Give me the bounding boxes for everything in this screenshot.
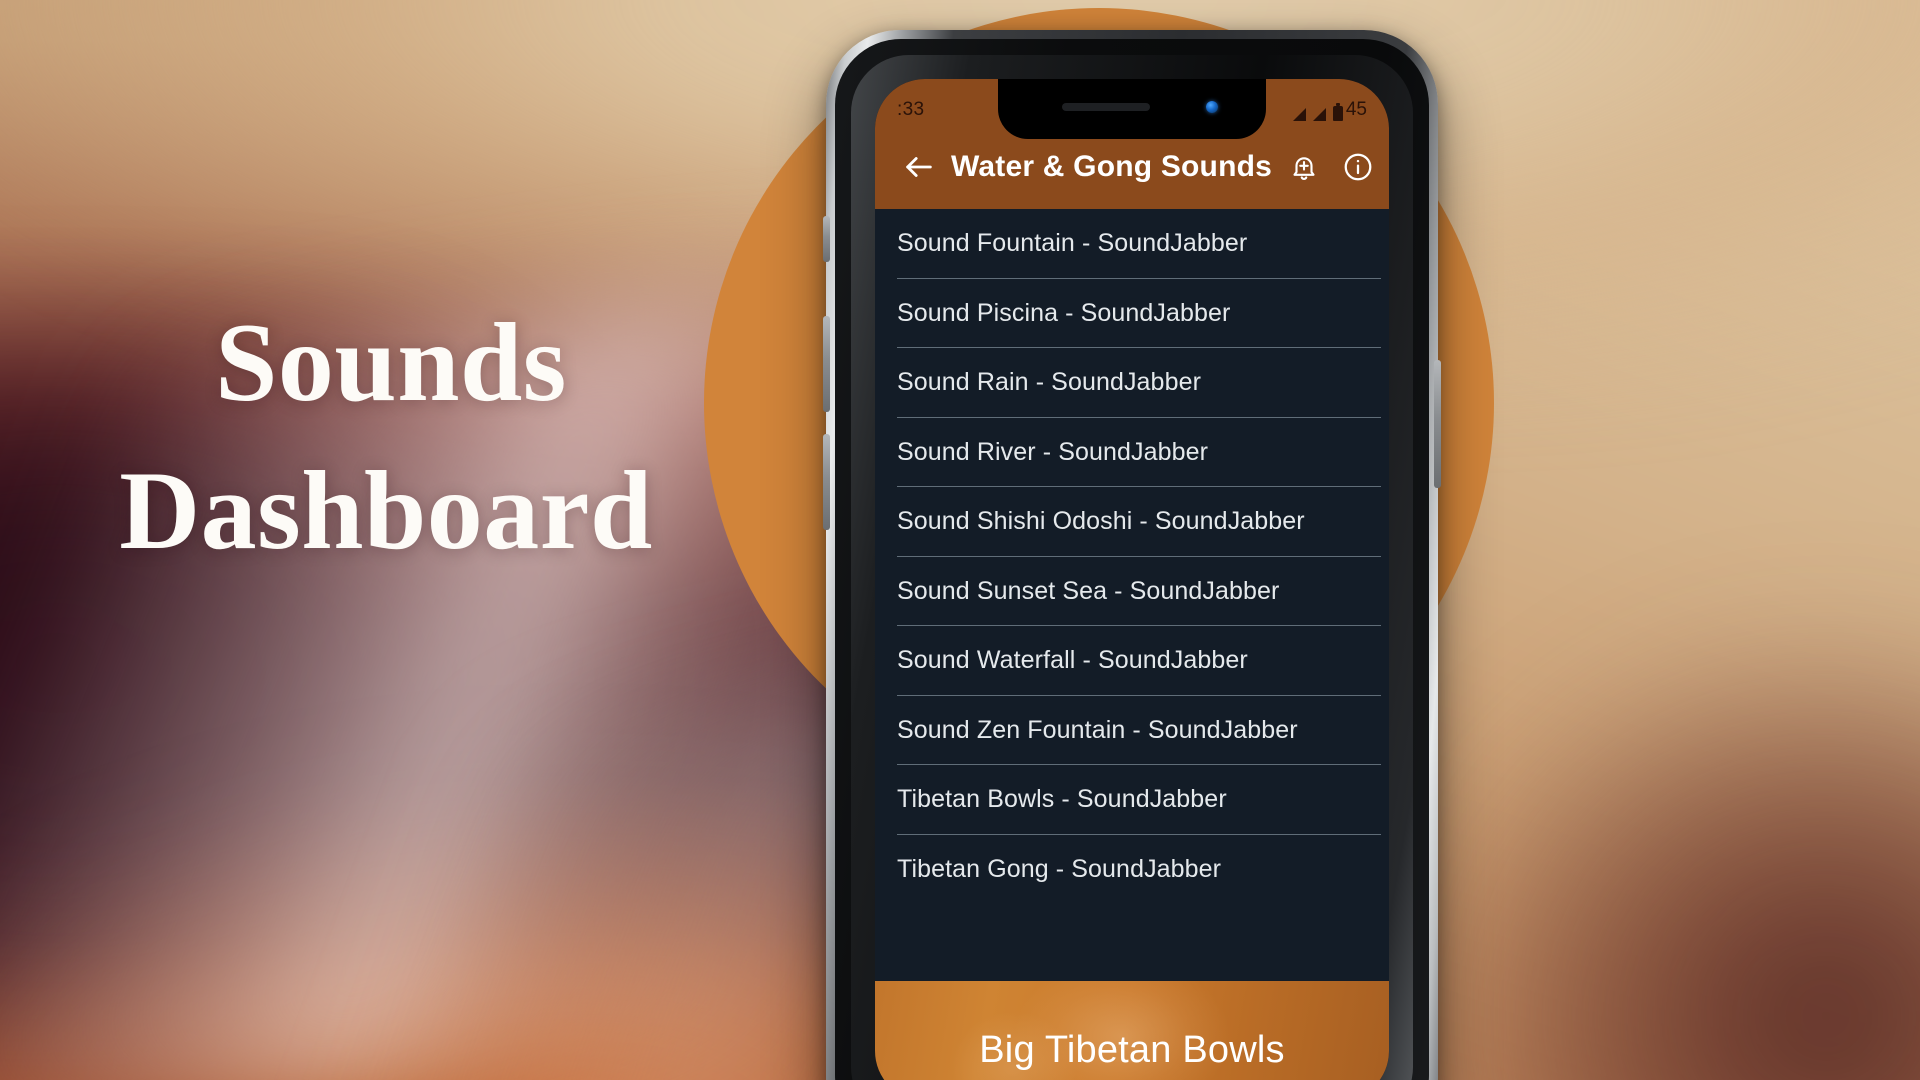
- promo-graphic-canvas: Sounds Dashboard :33 45 Water & Gong Sou…: [0, 0, 1920, 1080]
- phone-inner-ring: :33 45 Water & Gong Sounds Sound Fountai…: [851, 55, 1413, 1080]
- promo-banner[interactable]: Big Tibetan Bowls: [875, 981, 1389, 1080]
- sound-list-item-label: Sound Rain - SoundJabber: [897, 368, 1201, 397]
- back-button[interactable]: [897, 145, 941, 189]
- info-button[interactable]: [1336, 145, 1380, 189]
- battery-level-label: 45: [1345, 99, 1367, 120]
- background-dark-right: [1430, 560, 1920, 1080]
- sound-list-item[interactable]: Sound Piscina - SoundJabber: [875, 279, 1389, 349]
- sound-list-item-label: Sound Piscina - SoundJabber: [897, 298, 1231, 327]
- phone-screen: :33 45 Water & Gong Sounds Sound Fountai…: [875, 79, 1389, 1080]
- info-circle-icon: [1342, 151, 1374, 183]
- hero-headline-line-1: Sounds: [215, 301, 567, 425]
- sound-list[interactable]: Sound Fountain - SoundJabber Sound Piscin…: [875, 209, 1389, 981]
- battery-icon: [1332, 103, 1343, 121]
- sound-list-item[interactable]: Sound Zen Fountain - SoundJabber: [875, 696, 1389, 766]
- phone-bezel: :33 45 Water & Gong Sounds Sound Fountai…: [835, 39, 1429, 1080]
- front-camera-icon: [1206, 101, 1218, 113]
- phone-volume-down-button[interactable]: [823, 434, 830, 530]
- app-bar-title: Water & Gong Sounds: [951, 150, 1273, 183]
- phone-notch: [998, 79, 1266, 139]
- sound-list-item-label: Sound Shishi Odoshi - SoundJabber: [897, 507, 1305, 536]
- hero-headline: Sounds Dashboard: [66, 290, 706, 586]
- sound-list-item-label: Tibetan Gong - SoundJabber: [897, 854, 1222, 883]
- phone-power-button[interactable]: [1434, 360, 1441, 488]
- signal-bars-icon: [1292, 108, 1306, 121]
- sound-list-item[interactable]: Sound Sunset Sea - SoundJabber: [875, 557, 1389, 627]
- status-bar-indicators: 45: [1292, 99, 1367, 121]
- status-bar-clock: :33: [897, 99, 925, 120]
- sound-list-item-label: Sound Sunset Sea - SoundJabber: [897, 576, 1280, 605]
- earpiece-speaker-icon: [1062, 103, 1150, 111]
- signal-bars-icon-secondary: [1312, 108, 1326, 121]
- bell-plus-icon: [1289, 152, 1319, 182]
- sound-list-item[interactable]: Sound Fountain - SoundJabber: [875, 209, 1389, 279]
- add-alarm-button[interactable]: [1282, 145, 1326, 189]
- hero-headline-line-2: Dashboard: [119, 448, 653, 573]
- battery-indicator: 45: [1332, 99, 1367, 121]
- phone-mockup: :33 45 Water & Gong Sounds Sound Fountai…: [823, 30, 1441, 1080]
- sound-list-item[interactable]: Sound River - SoundJabber: [875, 418, 1389, 488]
- arrow-back-icon: [902, 150, 936, 184]
- phone-mute-switch[interactable]: [823, 216, 830, 262]
- promo-banner-title: Big Tibetan Bowls: [979, 1029, 1285, 1071]
- sound-list-item[interactable]: Sound Waterfall - SoundJabber: [875, 626, 1389, 696]
- sound-list-item[interactable]: Sound Shishi Odoshi - SoundJabber: [875, 487, 1389, 557]
- phone-volume-up-button[interactable]: [823, 316, 830, 412]
- sound-list-item-label: Sound River - SoundJabber: [897, 437, 1209, 466]
- sound-list-item-label: Tibetan Bowls - SoundJabber: [897, 785, 1227, 814]
- sound-list-item-label: Sound Zen Fountain - SoundJabber: [897, 715, 1298, 744]
- sound-list-item-label: Sound Fountain - SoundJabber: [897, 229, 1248, 258]
- sound-list-item[interactable]: Sound Rain - SoundJabber: [875, 348, 1389, 418]
- sound-list-item-label: Sound Waterfall - SoundJabber: [897, 646, 1248, 675]
- sound-list-item[interactable]: Tibetan Gong - SoundJabber: [875, 835, 1389, 905]
- sound-list-item[interactable]: Tibetan Bowls - SoundJabber: [875, 765, 1389, 835]
